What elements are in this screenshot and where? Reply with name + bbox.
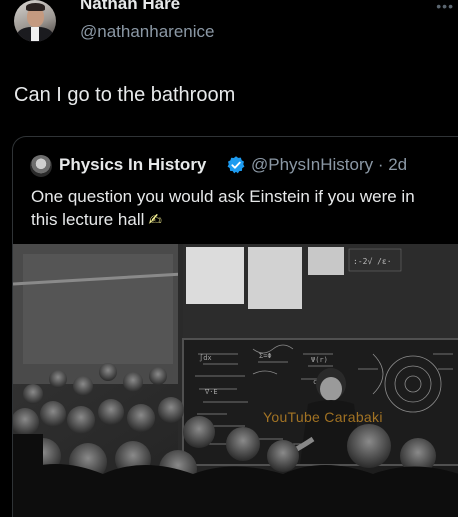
- tweet-text: Can I go to the bathroom: [14, 84, 236, 106]
- quoted-author-avatar[interactable]: [30, 155, 52, 177]
- writing-hand-icon: ✍: [148, 212, 162, 229]
- svg-text:∇·E: ∇·E: [204, 388, 218, 396]
- image-watermark: YouTube Carabaki: [263, 409, 383, 425]
- svg-text:Ψ(r): Ψ(r): [311, 356, 328, 364]
- avatar-shirt: [31, 27, 39, 41]
- author-name[interactable]: Nathan Hare: [80, 0, 180, 14]
- quoted-tweet-text-content: One question you would ask Einstein if y…: [31, 187, 415, 229]
- svg-text::-2√ /ε·: :-2√ /ε·: [353, 257, 392, 266]
- verified-badge-icon: [227, 156, 245, 174]
- quoted-author-name[interactable]: Physics In History: [59, 155, 206, 175]
- author-avatar[interactable]: [14, 0, 56, 42]
- svg-text:∫dx: ∫dx: [199, 353, 212, 362]
- lecture-hall-photo[interactable]: :-2√ /ε· ∫dx Σ=Φ Ψ(r) ∇·E c²: [13, 244, 458, 517]
- quoted-tweet-text: One question you would ask Einstein if y…: [31, 185, 431, 232]
- ellipsis-icon[interactable]: •••: [436, 0, 454, 14]
- author-handle[interactable]: @nathanharenice: [80, 22, 214, 42]
- svg-text:Σ=Φ: Σ=Φ: [259, 352, 272, 360]
- quoted-tweet-card[interactable]: Physics In History @PhysInHistory · 2d O…: [12, 136, 458, 517]
- quoted-handle-and-time[interactable]: @PhysInHistory · 2d: [251, 155, 407, 175]
- avatar-hair: [26, 3, 45, 11]
